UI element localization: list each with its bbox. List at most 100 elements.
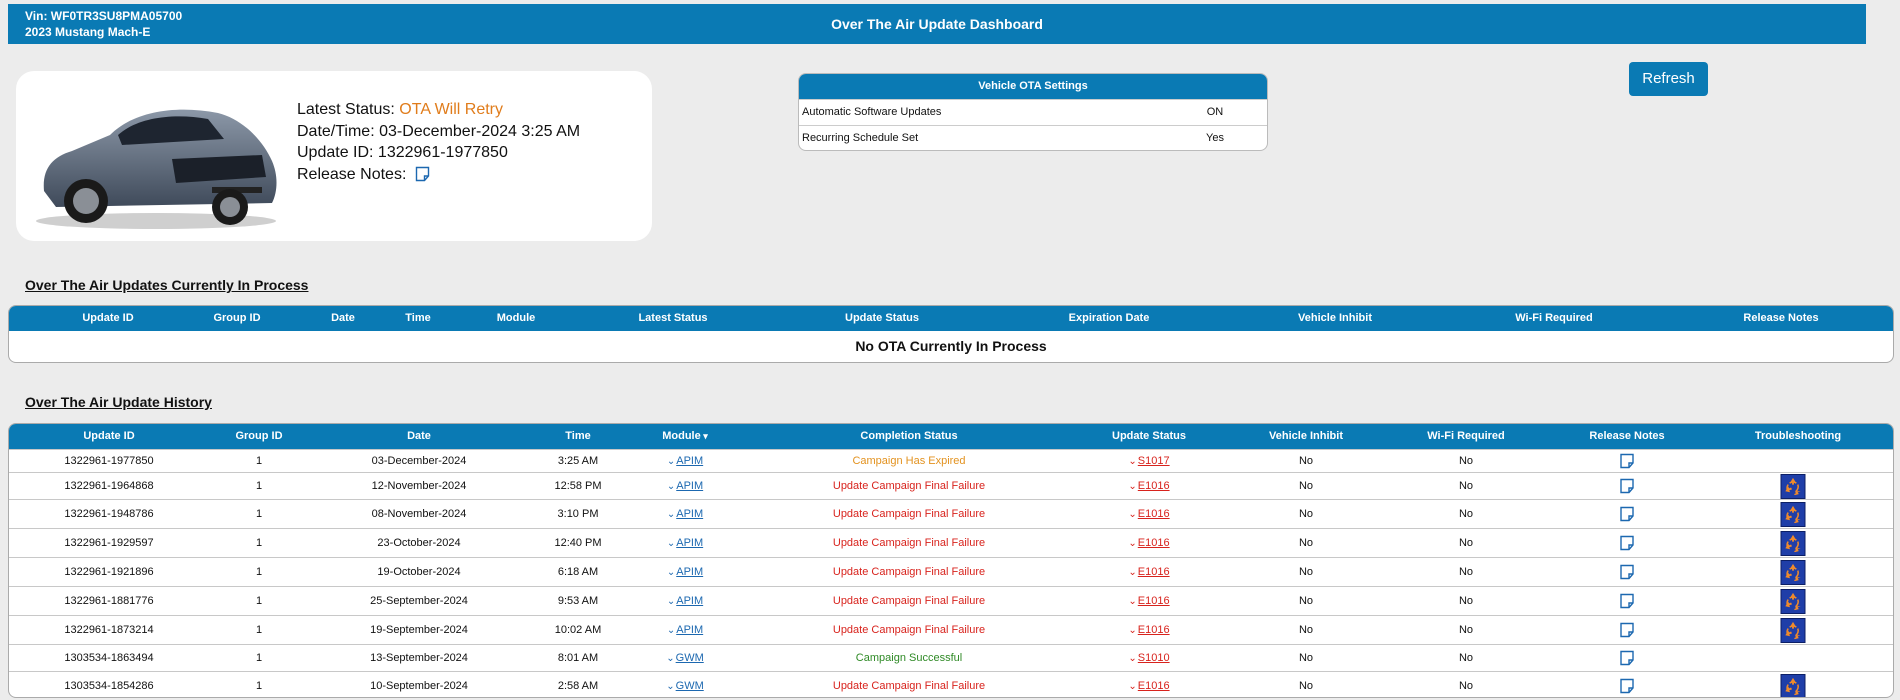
module-cell[interactable]: ⌄APIM [667, 473, 703, 499]
module-cell[interactable]: ⌄APIM [667, 450, 703, 472]
troubleshooting-cell[interactable] [1780, 587, 1806, 615]
troubleshooting-cell[interactable] [1780, 500, 1806, 528]
module-link[interactable]: APIM [676, 537, 703, 549]
update-status-link[interactable]: S1017 [1138, 455, 1170, 467]
update-status-cell[interactable]: ⌄E1016 [1128, 558, 1169, 586]
settings-row: Automatic Software Updates ON [799, 99, 1267, 125]
chevron-down-icon[interactable]: ⌄ [1128, 538, 1136, 549]
update-status-cell[interactable]: ⌄S1010 [1128, 645, 1169, 671]
update-status-link[interactable]: E1016 [1138, 508, 1170, 520]
recycle-icon[interactable] [1780, 673, 1806, 697]
chevron-down-icon[interactable]: ⌄ [667, 456, 675, 467]
release-notes-cell[interactable] [1619, 500, 1635, 528]
recycle-icon[interactable] [1780, 559, 1806, 585]
module-link[interactable]: APIM [676, 480, 703, 492]
refresh-button[interactable]: Refresh [1629, 62, 1708, 96]
module-cell[interactable]: ⌄GWM [666, 645, 704, 671]
module-cell[interactable]: ⌄APIM [667, 558, 703, 586]
release-notes-icon[interactable] [1619, 564, 1635, 580]
chevron-down-icon[interactable]: ⌄ [666, 653, 674, 664]
troubleshooting-cell[interactable] [1780, 473, 1806, 499]
release-notes-icon[interactable] [1619, 678, 1635, 694]
chevron-down-icon[interactable]: ⌄ [667, 509, 675, 520]
update-status-cell[interactable]: ⌄E1016 [1128, 529, 1169, 557]
release-notes-icon[interactable] [1619, 453, 1635, 469]
recycle-icon[interactable] [1780, 588, 1806, 614]
chevron-down-icon[interactable]: ⌄ [666, 681, 674, 692]
chevron-down-icon[interactable]: ⌄ [1128, 625, 1136, 636]
update-status-link[interactable]: E1016 [1138, 624, 1170, 636]
update-status-link[interactable]: E1016 [1138, 537, 1170, 549]
completion-status-cell: Update Campaign Final Failure [832, 508, 986, 520]
module-link[interactable]: APIM [676, 595, 703, 607]
release-notes-cell[interactable] [1619, 473, 1635, 499]
chevron-down-icon[interactable]: ⌄ [1128, 596, 1136, 607]
settings-title: Vehicle OTA Settings [799, 74, 1267, 99]
completion-status-cell: Update Campaign Final Failure [832, 680, 986, 692]
update-status-cell[interactable]: ⌄E1016 [1128, 672, 1170, 697]
time-cell: 12:40 PM [554, 537, 602, 549]
chevron-down-icon[interactable]: ⌄ [667, 567, 675, 578]
vehicle-inhibit-cell: No [1298, 595, 1314, 607]
chevron-down-icon[interactable]: ⌄ [1128, 653, 1136, 664]
module-cell[interactable]: ⌄APIM [667, 529, 703, 557]
release-notes-icon[interactable] [415, 166, 430, 182]
chevron-down-icon[interactable]: ⌄ [1128, 681, 1136, 692]
recycle-icon[interactable] [1780, 473, 1806, 499]
group-id-cell: 1 [255, 455, 263, 467]
recycle-icon[interactable] [1780, 530, 1806, 556]
release-notes-icon[interactable] [1619, 650, 1635, 666]
update-status-link[interactable]: E1016 [1138, 480, 1170, 492]
table-row: 1322961-1948786 1 08-November-2024 3:10 PM ⌄… [9, 499, 1893, 528]
module-cell[interactable]: ⌄GWM [666, 672, 704, 697]
troubleshooting-cell[interactable] [1780, 529, 1806, 557]
troubleshooting-cell[interactable] [1780, 616, 1806, 644]
chevron-down-icon[interactable]: ⌄ [1128, 567, 1136, 578]
release-notes-cell[interactable] [1619, 672, 1635, 697]
update-status-cell[interactable]: ⌄S1017 [1128, 450, 1169, 472]
release-notes-cell[interactable] [1619, 645, 1635, 671]
release-notes-icon[interactable] [1619, 506, 1635, 522]
chevron-down-icon[interactable]: ⌄ [1128, 456, 1136, 467]
module-link[interactable]: GWM [676, 680, 704, 692]
release-notes-icon[interactable] [1619, 478, 1635, 494]
chevron-down-icon[interactable]: ⌄ [1128, 481, 1136, 492]
module-cell[interactable]: ⌄APIM [667, 587, 703, 615]
update-status-link[interactable]: E1016 [1138, 680, 1170, 692]
update-status-cell[interactable]: ⌄E1016 [1128, 473, 1169, 499]
column-header-module[interactable]: Module ▾ [662, 424, 708, 448]
chevron-down-icon[interactable]: ⌄ [667, 625, 675, 636]
history-table: Update ID Group ID Date Time Module ▾ Complet… [8, 423, 1894, 698]
update-status-link[interactable]: E1016 [1138, 566, 1170, 578]
release-notes-cell[interactable] [1619, 616, 1635, 644]
update-status-link[interactable]: S1010 [1138, 652, 1170, 664]
release-notes-cell[interactable] [1619, 450, 1635, 472]
recycle-icon[interactable] [1780, 501, 1806, 527]
update-status-cell[interactable]: ⌄E1016 [1128, 587, 1169, 615]
update-status-cell[interactable]: ⌄E1016 [1128, 616, 1169, 644]
module-link[interactable]: APIM [676, 624, 703, 636]
release-notes-cell[interactable] [1619, 587, 1635, 615]
module-link[interactable]: APIM [676, 566, 703, 578]
module-cell[interactable]: ⌄APIM [667, 616, 703, 644]
release-notes-icon[interactable] [1619, 593, 1635, 609]
troubleshooting-cell[interactable] [1780, 558, 1806, 586]
release-notes-cell[interactable] [1619, 529, 1635, 557]
chevron-down-icon[interactable]: ⌄ [667, 596, 675, 607]
release-notes-cell[interactable] [1619, 558, 1635, 586]
update-status-link[interactable]: E1016 [1138, 595, 1170, 607]
sort-arrow-icon[interactable]: ▾ [701, 431, 708, 441]
chevron-down-icon[interactable]: ⌄ [667, 538, 675, 549]
module-cell[interactable]: ⌄APIM [667, 500, 703, 528]
recycle-icon[interactable] [1780, 617, 1806, 643]
release-notes-icon[interactable] [1619, 535, 1635, 551]
module-link[interactable]: APIM [676, 455, 703, 467]
update-id-cell: 1322961-1929597 [64, 537, 154, 549]
chevron-down-icon[interactable]: ⌄ [1128, 509, 1136, 520]
troubleshooting-cell[interactable] [1780, 672, 1806, 697]
update-status-cell[interactable]: ⌄E1016 [1128, 500, 1169, 528]
module-link[interactable]: GWM [676, 652, 704, 664]
release-notes-icon[interactable] [1619, 622, 1635, 638]
module-link[interactable]: APIM [676, 508, 703, 520]
chevron-down-icon[interactable]: ⌄ [667, 481, 675, 492]
